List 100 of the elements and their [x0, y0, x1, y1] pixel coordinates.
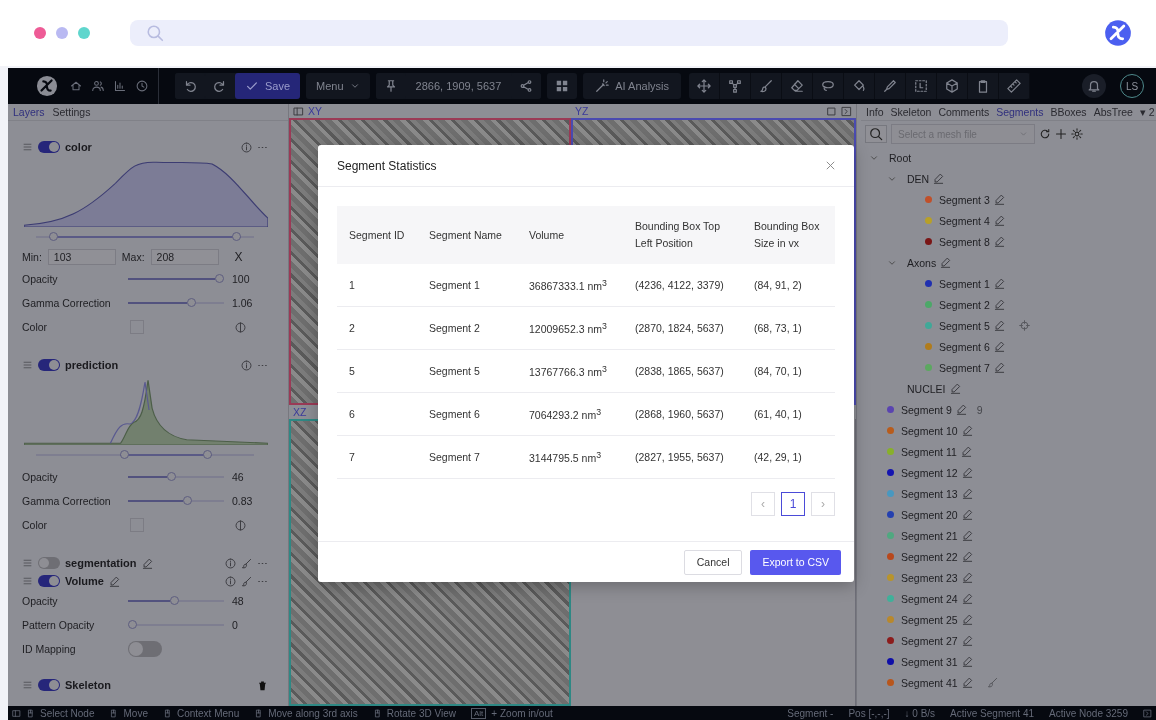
- tree-item[interactable]: Segment 1: [939, 277, 990, 290]
- notifications-button[interactable]: [1082, 74, 1106, 98]
- layer-toggle[interactable]: [38, 141, 60, 153]
- panel-icon[interactable]: [12, 708, 21, 718]
- trash-icon[interactable]: [257, 679, 268, 691]
- pencil-icon[interactable]: [993, 215, 1005, 226]
- pencil-icon[interactable]: [961, 656, 973, 667]
- pencil-icon[interactable]: [141, 557, 153, 569]
- tree-item[interactable]: Segment 31: [901, 655, 958, 668]
- panel-tab[interactable]: BBoxes: [1050, 106, 1087, 118]
- export-button[interactable]: Export to CSV: [750, 549, 841, 575]
- pencil-icon[interactable]: [961, 593, 973, 604]
- panel-tab[interactable]: Info: [866, 106, 884, 118]
- range-slider[interactable]: [36, 450, 254, 460]
- layer-toggle[interactable]: [38, 679, 60, 691]
- logo-icon[interactable]: [36, 75, 58, 97]
- pencil-icon[interactable]: [961, 572, 973, 583]
- slider[interactable]: [128, 620, 224, 630]
- menu-button[interactable]: Menu: [306, 73, 370, 99]
- brush-icon[interactable]: [241, 557, 252, 569]
- info-icon[interactable]: [225, 575, 236, 587]
- pencil-icon[interactable]: [940, 257, 952, 268]
- pencil-icon[interactable]: [993, 320, 1005, 331]
- slider-handle[interactable]: [169, 596, 179, 605]
- pencil-icon[interactable]: [961, 677, 973, 688]
- slider[interactable]: [128, 298, 224, 308]
- slider-handle[interactable]: [128, 620, 137, 629]
- address-field[interactable]: [130, 20, 1008, 46]
- refresh-icon[interactable]: [1039, 128, 1051, 140]
- tree-item[interactable]: Segment 8: [939, 235, 990, 248]
- pencil-icon[interactable]: [961, 635, 973, 646]
- contrast-icon[interactable]: [235, 519, 246, 531]
- slider-handle[interactable]: [182, 496, 192, 505]
- tree-item[interactable]: Segment 7: [939, 361, 990, 374]
- info-icon[interactable]: [241, 359, 252, 371]
- slider[interactable]: [128, 496, 224, 506]
- tree-item[interactable]: Segment 21: [901, 529, 958, 542]
- slider-handle[interactable]: [187, 298, 197, 307]
- tree-item[interactable]: Segment 22: [901, 550, 958, 563]
- gear-icon[interactable]: [1071, 128, 1083, 140]
- mapping-toggle[interactable]: [128, 641, 162, 657]
- panel-tab[interactable]: Settings: [52, 106, 91, 118]
- slider[interactable]: [128, 472, 224, 482]
- tree-item[interactable]: Segment 2: [939, 298, 990, 311]
- tree-item[interactable]: Segment 5: [939, 319, 990, 332]
- min-input-field[interactable]: 103: [47, 249, 116, 265]
- panel-tab[interactable]: ▾ 2: [1139, 106, 1155, 118]
- pencil-icon[interactable]: [955, 404, 967, 415]
- save-button[interactable]: Save: [235, 73, 301, 99]
- expand-icon[interactable]: [841, 105, 852, 117]
- pencil-icon[interactable]: [961, 551, 973, 562]
- tree-item[interactable]: Segment 41: [901, 676, 958, 689]
- info-icon[interactable]: [225, 557, 236, 569]
- panel-tab[interactable]: Comments: [938, 106, 990, 118]
- pencil-icon[interactable]: [961, 530, 973, 541]
- slider-handle[interactable]: [167, 472, 177, 481]
- tree-item[interactable]: Segment 27: [901, 634, 958, 647]
- slider[interactable]: [128, 596, 224, 606]
- panel-tab[interactable]: Segments: [996, 106, 1044, 118]
- tree-item[interactable]: Segment 23: [901, 571, 958, 584]
- pencil-icon[interactable]: [933, 173, 945, 184]
- reset-button[interactable]: X: [234, 250, 243, 264]
- pencil-icon[interactable]: [961, 467, 973, 478]
- tree-item[interactable]: Segment 11: [901, 445, 957, 458]
- tree-item[interactable]: Segment 24: [901, 592, 958, 605]
- pencil-icon[interactable]: [961, 425, 973, 436]
- tree-item[interactable]: Segment 3: [939, 193, 990, 206]
- pencil-icon[interactable]: [993, 278, 1005, 289]
- expand-icon[interactable]: [1143, 708, 1152, 718]
- pencil-icon[interactable]: [993, 362, 1005, 373]
- chart-icon[interactable]: [114, 80, 126, 92]
- tree-item[interactable]: Segment 6: [939, 340, 990, 353]
- panel-tab[interactable]: Skeleton: [890, 106, 932, 118]
- pencil-icon[interactable]: [961, 614, 973, 625]
- layer-toggle[interactable]: [38, 359, 60, 371]
- clock-icon[interactable]: [136, 80, 148, 92]
- page-button[interactable]: 1: [781, 492, 805, 516]
- slider-handle[interactable]: [232, 232, 242, 241]
- brush-icon[interactable]: [241, 575, 252, 587]
- tree-item[interactable]: NUCLEI: [907, 382, 946, 395]
- range-slider[interactable]: [36, 232, 254, 242]
- pencil-icon[interactable]: [993, 341, 1005, 352]
- layer-toggle[interactable]: [38, 575, 60, 587]
- max-input-field[interactable]: 208: [150, 249, 219, 265]
- slider[interactable]: [128, 274, 224, 284]
- slider-handle[interactable]: [48, 232, 58, 241]
- tree-item[interactable]: Segment 13: [901, 487, 958, 500]
- home-icon[interactable]: [70, 80, 82, 92]
- slider-handle[interactable]: [215, 274, 224, 283]
- close-icon[interactable]: [825, 160, 836, 171]
- pencil-icon[interactable]: [108, 575, 120, 587]
- pencil-icon[interactable]: [993, 194, 1005, 205]
- layer-toggle[interactable]: [38, 557, 60, 569]
- pencil-icon[interactable]: [961, 488, 973, 499]
- people-icon[interactable]: [92, 80, 104, 92]
- slider-handle[interactable]: [119, 450, 129, 459]
- plus-icon[interactable]: [1055, 128, 1067, 140]
- ai-analysis-button[interactable]: AI Analysis: [583, 73, 682, 99]
- tree-item[interactable]: Segment 10: [901, 424, 958, 437]
- contrast-icon[interactable]: [235, 321, 246, 333]
